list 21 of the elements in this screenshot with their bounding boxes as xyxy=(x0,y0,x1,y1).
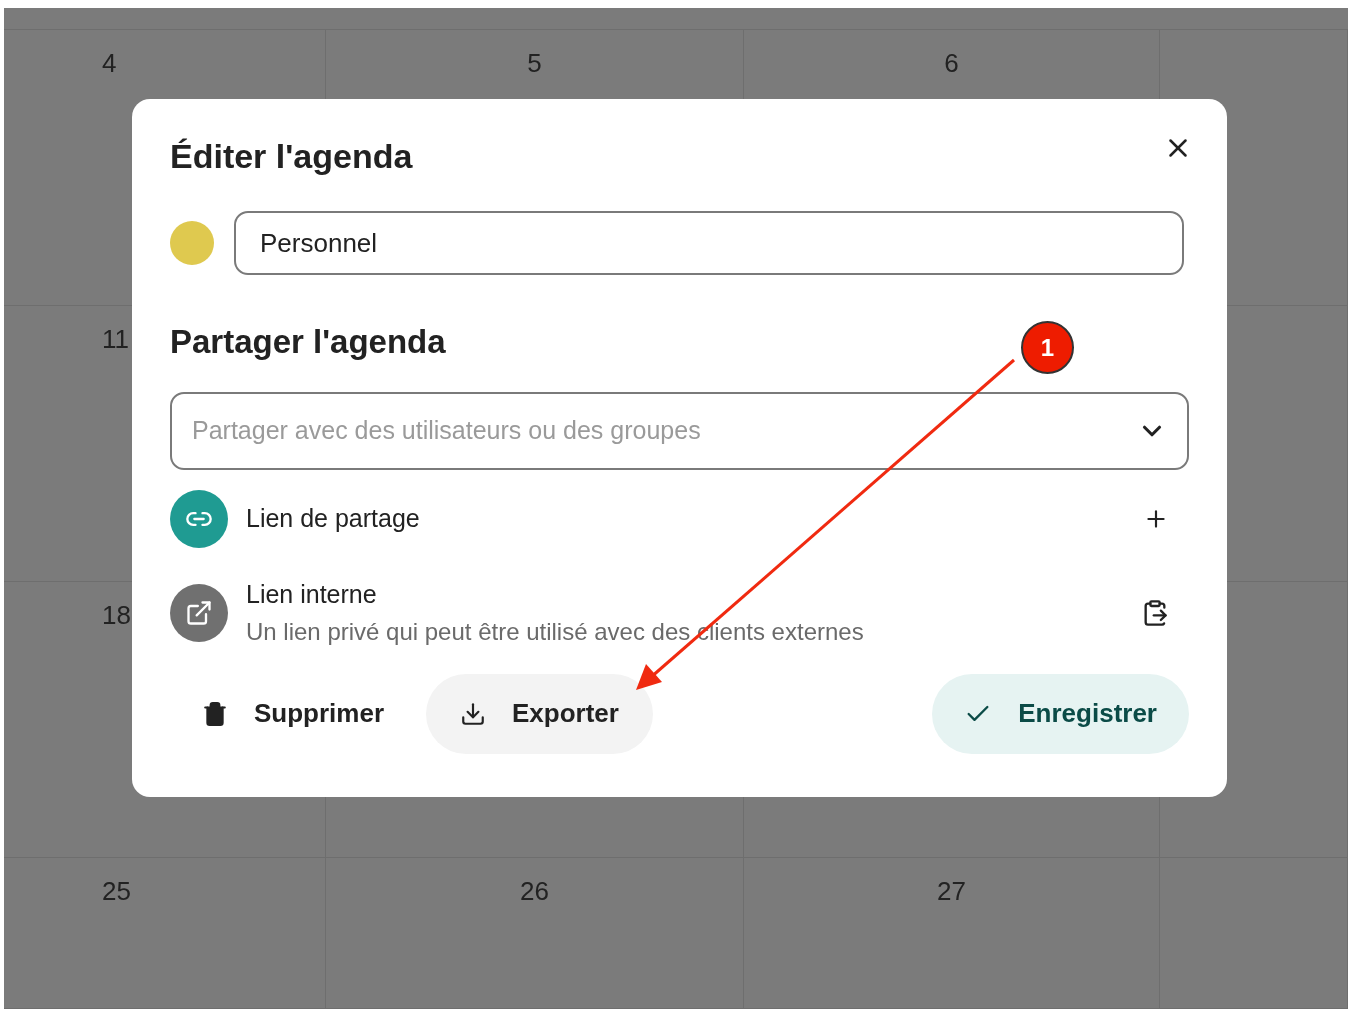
day-number: 5 xyxy=(527,47,542,80)
trash-icon xyxy=(202,700,228,727)
save-button[interactable]: Enregistrer xyxy=(932,673,1189,754)
download-icon xyxy=(460,700,487,727)
day-number: 4 xyxy=(102,47,117,80)
dialog-title: Éditer l'agenda xyxy=(170,139,413,173)
day-number: 25 xyxy=(102,875,131,908)
share-heading: Partager l'agenda xyxy=(170,325,446,358)
day-number: 27 xyxy=(937,875,966,908)
calendar-name-field[interactable]: Personnel xyxy=(234,211,1184,275)
day-number: 26 xyxy=(520,875,549,908)
export-button[interactable]: Exporter xyxy=(426,673,653,754)
delete-button[interactable]: Supprimer xyxy=(170,673,417,754)
link-label: Lien de partage xyxy=(246,503,420,535)
day-number: 6 xyxy=(944,47,959,80)
external-link-icon xyxy=(170,583,228,642)
day-number: 11 xyxy=(102,323,129,356)
link-label: Lien interne xyxy=(246,579,377,610)
share-select-placeholder: Partager avec des utilisateurs ou des groupes xyxy=(192,415,702,447)
link-icon xyxy=(170,490,228,548)
day-number: 18 xyxy=(102,599,131,632)
